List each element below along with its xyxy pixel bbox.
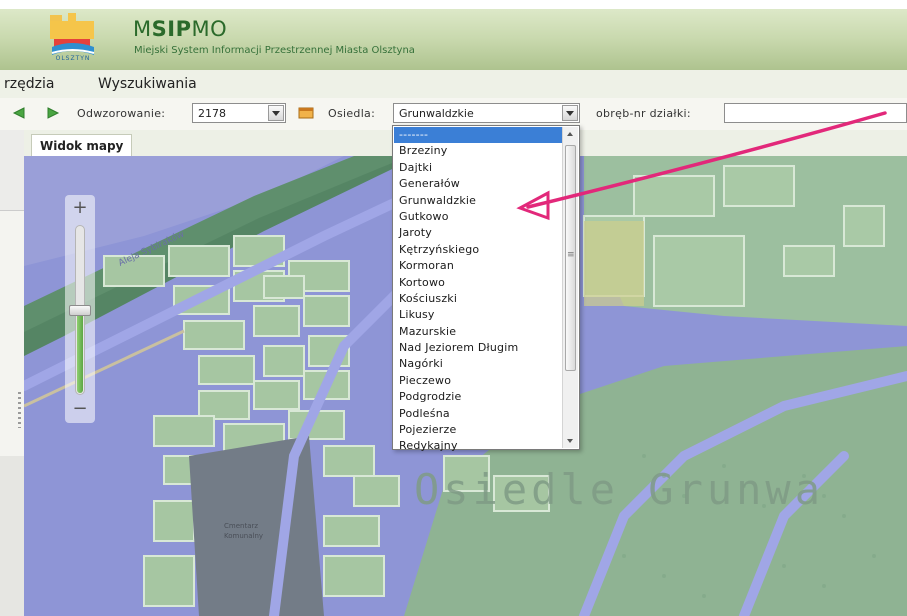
logo-caption: OLSZTYN [55, 55, 91, 62]
dropdown-option[interactable]: Podgrodzie [394, 389, 562, 405]
back-arrow-icon[interactable] [12, 106, 26, 120]
parcel-label: obręb-nr działki: [596, 107, 691, 120]
dropdown-options: ------- Brzeziny Dajtki Generałów Grunwaldzk… [394, 127, 562, 455]
projection-select[interactable]: 2178 [192, 103, 286, 123]
chevron-down-icon[interactable] [562, 105, 578, 121]
top-strip [0, 0, 907, 9]
dropdown-option[interactable]: Kormoran [394, 258, 562, 274]
dropdown-scrollbar[interactable] [562, 127, 578, 448]
app-header: OLSZTYN MSIPMO Miejski System Informacji… [0, 0, 907, 71]
district-dropdown-list[interactable]: ------- Brzeziny Dajtki Generałów Grunwaldzk… [392, 125, 580, 452]
projection-label: Odwzorowanie: [77, 107, 166, 120]
dropdown-option[interactable]: Nagórki [394, 356, 562, 372]
app-title-sip: SIP [151, 17, 192, 41]
district-label: Osiedla: [328, 107, 376, 120]
dropdown-option[interactable]: Pieczewo [394, 373, 562, 389]
dropdown-option[interactable]: Grunwaldzkie [394, 193, 562, 209]
left-panel-header [0, 130, 24, 211]
dropdown-option[interactable]: Mazurskie [394, 324, 562, 340]
dropdown-option[interactable]: ------- [394, 127, 562, 144]
cemetery-label-1: Cmentarz [224, 522, 258, 530]
zoom-out-button[interactable]: − [68, 400, 92, 420]
left-panel-collapsed [0, 130, 25, 616]
dropdown-option[interactable]: Likusy [394, 307, 562, 323]
chevron-down-icon[interactable] [268, 105, 284, 121]
splitter-grip[interactable] [18, 392, 21, 428]
map-layers-icon[interactable] [298, 106, 314, 120]
dropdown-option[interactable]: Nad Jeziorem Długim [394, 340, 562, 356]
scrollbar-thumb[interactable] [565, 145, 576, 371]
dropdown-option[interactable]: Redykajny [394, 438, 562, 454]
dropdown-option[interactable]: Gutkowo [394, 209, 562, 225]
dropdown-option[interactable]: Kortowo [394, 275, 562, 291]
app-subtitle: Miejski System Informacji Przestrzennej … [134, 45, 415, 56]
app-title-mo: MO [191, 17, 228, 41]
tab-map-view[interactable]: Widok mapy [31, 134, 133, 157]
scroll-up-icon[interactable] [563, 127, 578, 141]
district-value: Grunwaldzkie [399, 107, 474, 120]
menu-item-narzedzia[interactable]: rzędzia [4, 76, 54, 92]
dropdown-option[interactable]: Generałów [394, 176, 562, 192]
dropdown-option[interactable]: Jaroty [394, 225, 562, 241]
district-overlay-label: Osiedle Grunwa [414, 465, 824, 514]
district-select[interactable]: Grunwaldzkie [393, 103, 580, 123]
app-title-m: M [133, 17, 152, 41]
dropdown-option[interactable]: Kętrzyńskiego [394, 242, 562, 258]
zoom-slider-fill [77, 309, 83, 393]
cemetery-label-2: Komunalny [224, 532, 263, 540]
app-window: OLSZTYN MSIPMO Miejski System Informacji… [0, 0, 907, 616]
projection-value: 2178 [198, 107, 226, 120]
zoom-in-button[interactable]: + [68, 199, 92, 219]
zoom-control: + − [65, 195, 95, 423]
scroll-down-icon[interactable] [563, 434, 578, 448]
menu-item-wyszukiwania[interactable]: Wyszukiwania [98, 76, 197, 92]
dropdown-option[interactable]: Brzeziny [394, 143, 562, 159]
left-panel-footer [0, 456, 24, 616]
app-title: MSIPMO [133, 17, 227, 41]
dropdown-option[interactable]: Pojezierze [394, 422, 562, 438]
dropdown-option[interactable]: Kościuszki [394, 291, 562, 307]
dropdown-option[interactable]: Dajtki [394, 160, 562, 176]
menu-bar: rzędzia Wyszukiwania [0, 70, 907, 99]
dropdown-option[interactable]: Podleśna [394, 406, 562, 422]
parcel-number-input[interactable] [724, 103, 907, 123]
forward-arrow-icon[interactable] [46, 106, 60, 120]
zoom-slider-handle[interactable] [69, 305, 91, 316]
